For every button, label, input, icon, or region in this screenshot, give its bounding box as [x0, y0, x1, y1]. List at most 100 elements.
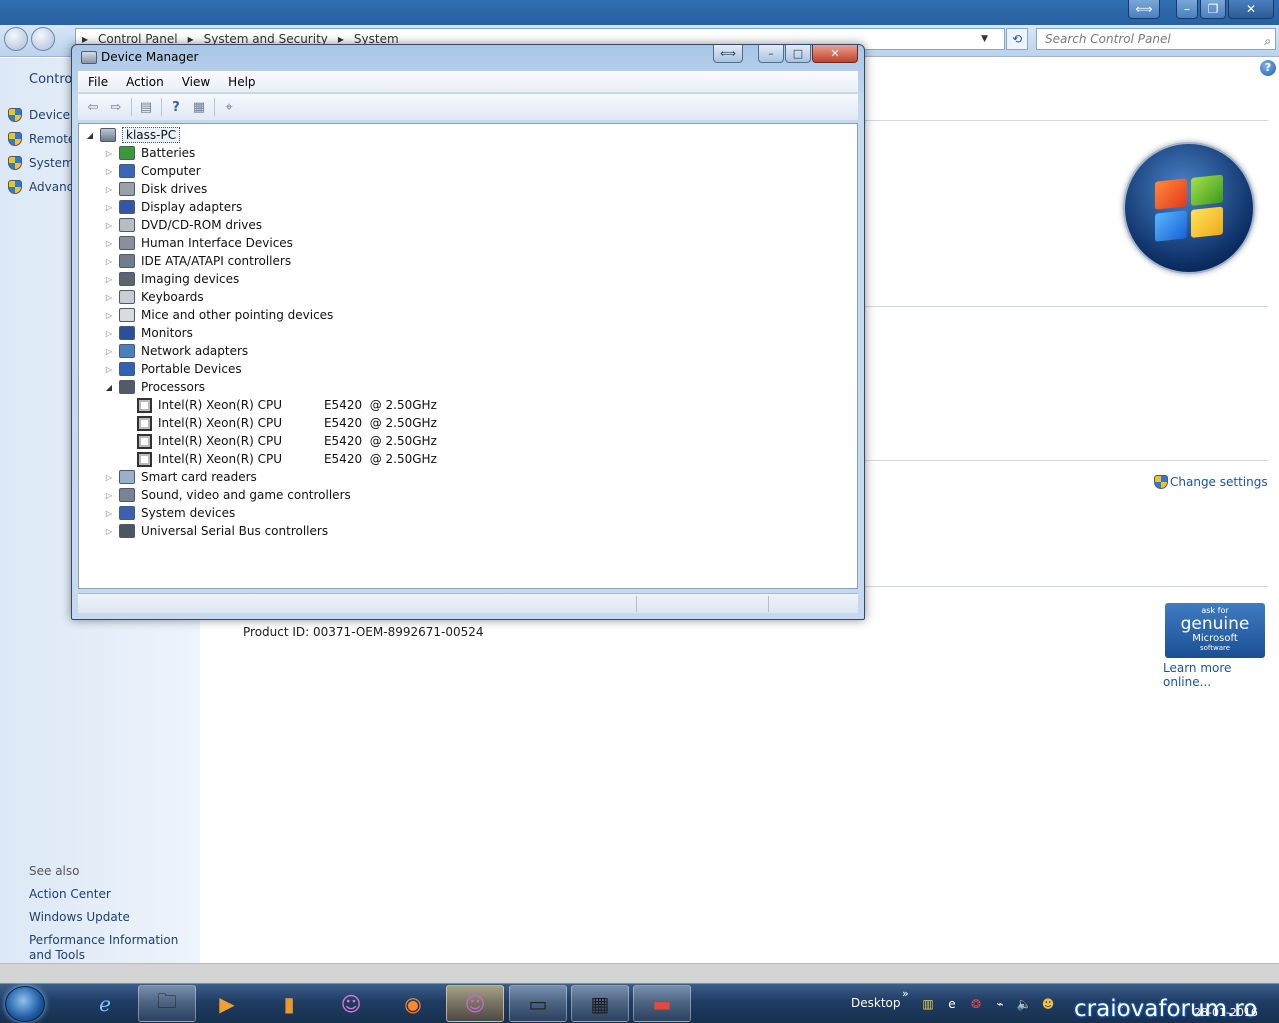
start-button[interactable]: [5, 986, 45, 1022]
processor-item[interactable]: Intel(R) Xeon(R) CPU E5420 @ 2.50GHz: [137, 450, 437, 468]
show-hide-console-tree-icon[interactable]: ▤: [135, 97, 157, 117]
tree-category[interactable]: ▷ Imaging devices: [104, 270, 239, 288]
properties-icon[interactable]: ▦: [188, 97, 210, 117]
menu-help[interactable]: Help: [218, 75, 263, 89]
expand-arrow-icon[interactable]: ▷: [104, 491, 114, 500]
processor-item[interactable]: Intel(R) Xeon(R) CPU E5420 @ 2.50GHz: [137, 414, 437, 432]
expand-arrow-icon[interactable]: ▷: [104, 509, 114, 518]
expand-arrow-icon[interactable]: ▷: [104, 293, 114, 302]
tree-category[interactable]: ▷ Keyboards: [104, 288, 204, 306]
tree-category[interactable]: ▷ Mice and other pointing devices: [104, 306, 333, 324]
tree-category[interactable]: ▷ Monitors: [104, 324, 193, 342]
expand-arrow-icon[interactable]: ▷: [104, 239, 114, 248]
collapse-arrow-icon[interactable]: ◢: [104, 383, 114, 392]
address-dropdown-icon[interactable]: ▼: [981, 34, 988, 44]
media-player-icon[interactable]: ▶: [198, 985, 256, 1022]
tree-root[interactable]: ◢ klass-PC: [85, 126, 181, 144]
forward-arrow-icon[interactable]: ⇨: [105, 97, 127, 117]
change-settings-link[interactable]: Change settings: [1154, 475, 1268, 489]
expand-arrow-icon[interactable]: ▷: [104, 365, 114, 374]
sidebar-item-remote-settings[interactable]: Remote: [8, 130, 75, 148]
collapse-arrow-icon[interactable]: ◢: [85, 131, 95, 140]
tree-category[interactable]: ▷ Smart card readers: [104, 468, 257, 486]
expand-arrow-icon[interactable]: ▷: [104, 167, 114, 176]
sidebar-item-advanced-settings[interactable]: Advanc: [8, 178, 73, 196]
link-performance-information[interactable]: Performance Information and Tools: [29, 933, 194, 963]
scan-hardware-icon[interactable]: ⌖: [218, 97, 240, 117]
menu-file[interactable]: File: [78, 75, 116, 89]
chat-app-icon[interactable]: ☺: [446, 985, 504, 1022]
messenger-icon[interactable]: ☺: [322, 985, 380, 1022]
sidebar-item-system-protection[interactable]: System: [8, 154, 74, 172]
tree-category[interactable]: ▷ Batteries: [104, 144, 195, 162]
tree-category[interactable]: ▷ Computer: [104, 162, 201, 180]
refresh-button[interactable]: ⟲: [1006, 28, 1028, 50]
tray-app-icon[interactable]: ▥: [920, 996, 936, 1012]
expand-arrow-icon[interactable]: ▷: [104, 329, 114, 338]
tree-category[interactable]: ▷ Universal Serial Bus controllers: [104, 522, 328, 540]
link-windows-update[interactable]: Windows Update: [29, 910, 194, 925]
restore-button[interactable]: ❐: [1200, 0, 1226, 19]
processor-item-label: Intel(R) Xeon(R) CPU E5420 @ 2.50GHz: [158, 398, 437, 412]
desktop-toolbar-label[interactable]: Desktop: [851, 996, 901, 1010]
expand-arrow-icon[interactable]: ▷: [104, 221, 114, 230]
tree-category[interactable]: ▷ IDE ATA/ATAPI controllers: [104, 252, 291, 270]
internet-explorer-icon[interactable]: ℯ: [76, 985, 134, 1022]
tray-security-icon[interactable]: ❂: [968, 996, 984, 1012]
back-arrow-icon[interactable]: ⇦: [82, 97, 104, 117]
firefox-icon[interactable]: ◉: [384, 985, 442, 1022]
expand-arrow-icon[interactable]: ▷: [104, 527, 114, 536]
minimize-button[interactable]: –: [1176, 0, 1198, 19]
expand-arrow-icon[interactable]: ▷: [104, 185, 114, 194]
expand-arrow-icon[interactable]: ▷: [104, 347, 114, 356]
control-panel-bottom-strip: [0, 963, 1279, 983]
expand-arrow-icon[interactable]: ▷: [104, 149, 114, 158]
processor-item[interactable]: Intel(R) Xeon(R) CPU E5420 @ 2.50GHz: [137, 432, 437, 450]
clock-date[interactable]: 28-01-2016: [1194, 1006, 1258, 1019]
expand-arrow-icon[interactable]: ▷: [104, 203, 114, 212]
tree-category[interactable]: ▷ Disk drives: [104, 180, 207, 198]
tree-category[interactable]: ▷ Display adapters: [104, 198, 242, 216]
tray-e-icon[interactable]: e: [944, 996, 960, 1012]
back-button[interactable]: [4, 27, 28, 51]
tree-category[interactable]: ▷ DVD/CD-ROM drives: [104, 216, 262, 234]
toolbox-icon[interactable]: ▬: [633, 985, 691, 1022]
image-viewer-icon[interactable]: ▭: [509, 985, 567, 1022]
expand-arrow-icon[interactable]: ▷: [104, 311, 114, 320]
tree-category[interactable]: ▷ Sound, video and game controllers: [104, 486, 351, 504]
close-button[interactable]: ✕: [812, 45, 858, 63]
help-icon[interactable]: ?: [1260, 60, 1276, 76]
tray-network-icon[interactable]: ⌁: [992, 996, 1008, 1012]
tree-category[interactable]: ◢ Processors: [104, 378, 205, 396]
expand-arrow-icon[interactable]: ▷: [104, 473, 114, 482]
tree-category[interactable]: ▷ Portable Devices: [104, 360, 242, 378]
window-title: Device Manager: [101, 50, 199, 64]
minimize-button[interactable]: –: [758, 45, 784, 63]
control-panel-home-link[interactable]: Control: [29, 72, 76, 87]
tree-category[interactable]: ▷ Network adapters: [104, 342, 248, 360]
volume-icon[interactable]: 🔈: [1016, 996, 1032, 1012]
windows-explorer-icon[interactable]: 🗀: [138, 985, 196, 1022]
maximize-button[interactable]: □: [785, 45, 811, 63]
learn-more-link[interactable]: Learn more online...: [1163, 661, 1279, 689]
menu-view[interactable]: View: [172, 75, 218, 89]
control-panel-taskbar-icon[interactable]: ▦: [571, 985, 629, 1022]
link-action-center[interactable]: Action Center: [29, 887, 194, 902]
processor-item[interactable]: Intel(R) Xeon(R) CPU E5420 @ 2.50GHz: [137, 396, 437, 414]
resize-arrows-button[interactable]: ⟺: [713, 45, 743, 63]
expand-arrow-icon[interactable]: ▷: [104, 257, 114, 266]
archive-app-icon[interactable]: ▮: [260, 985, 318, 1022]
toolbar-chevron-icon[interactable]: »: [902, 987, 909, 1000]
expand-arrow-icon[interactable]: ▷: [104, 275, 114, 284]
search-input[interactable]: Search Control Panel ⌕: [1036, 28, 1276, 50]
help-icon[interactable]: ?: [165, 97, 187, 117]
search-icon[interactable]: ⌕: [1264, 31, 1271, 51]
forward-button[interactable]: [31, 27, 55, 51]
genuine-microsoft-badge[interactable]: ask for genuine Microsoft software: [1165, 603, 1265, 658]
tray-smiley-icon[interactable]: ☻: [1040, 996, 1056, 1012]
resize-arrows-button[interactable]: ⟺: [1128, 0, 1160, 19]
tree-category[interactable]: ▷ System devices: [104, 504, 235, 522]
menu-action[interactable]: Action: [116, 75, 172, 89]
close-button[interactable]: ✕: [1228, 0, 1274, 19]
tree-category[interactable]: ▷ Human Interface Devices: [104, 234, 293, 252]
